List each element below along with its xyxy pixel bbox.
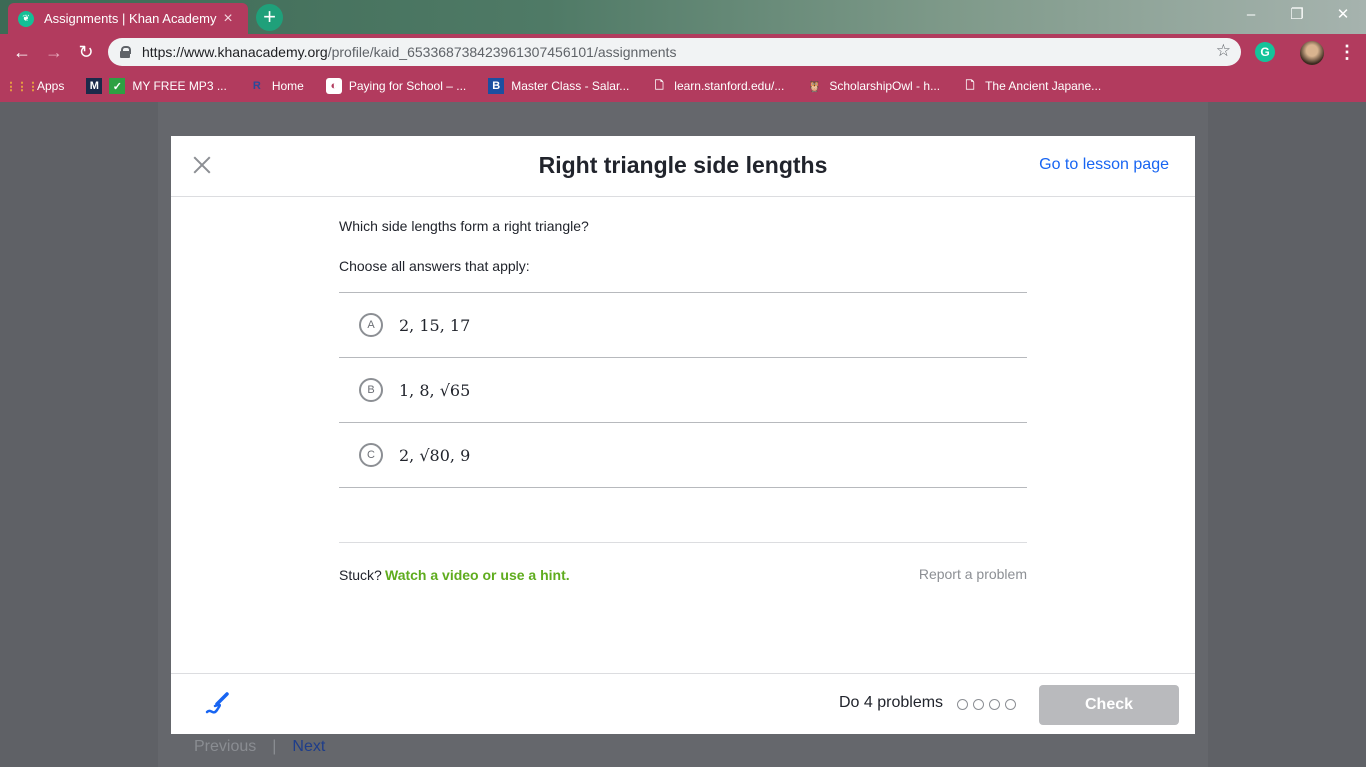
- bookmark-label: ScholarshipOwl - h...: [829, 79, 941, 93]
- checkmark-icon: ✓: [109, 78, 126, 94]
- bookmark-label: Apps: [37, 79, 65, 93]
- tab-title: Assignments | Khan Academy: [44, 11, 217, 26]
- stuck-label: Stuck?: [339, 567, 382, 583]
- choice-text: 1, 8, √65: [399, 380, 471, 400]
- pagination: Previous | Next: [194, 738, 325, 756]
- choice-a[interactable]: A 2, 15, 17: [339, 293, 1027, 358]
- progress-dots: [957, 699, 1021, 710]
- bookmark-apps[interactable]: ⋮⋮⋮ Apps: [5, 78, 65, 94]
- browser-tab[interactable]: ❦ Assignments | Khan Academy ×: [8, 3, 248, 34]
- go-to-lesson-link[interactable]: Go to lesson page: [1039, 156, 1169, 174]
- globe-icon: ◐: [325, 78, 342, 94]
- window-close-button[interactable]: ✕: [1320, 0, 1366, 30]
- page-icon: 🗋: [654, 79, 664, 92]
- bookmark-label: Paying for School – ...: [348, 79, 467, 93]
- progress-dot: [973, 699, 984, 710]
- tab-close-icon[interactable]: ×: [218, 10, 238, 28]
- bookmark-stanford[interactable]: 🗋 learn.stanford.edu/...: [651, 78, 785, 94]
- address-bar[interactable]: https://www.khanacademy.org /profile/kai…: [108, 38, 1241, 66]
- next-link[interactable]: Next: [292, 738, 325, 756]
- bookmark-label: MY FREE MP3 ...: [132, 79, 227, 93]
- restore-button[interactable]: ❐: [1274, 0, 1320, 30]
- question-text: Which side lengths form a right triangle…: [339, 218, 589, 234]
- choice-letter: C: [359, 443, 383, 467]
- check-button[interactable]: Check: [1039, 685, 1179, 725]
- exercise-modal: Right triangle side lengths Go to lesson…: [171, 136, 1195, 734]
- progress-dot: [989, 699, 1000, 710]
- choice-letter: B: [359, 378, 383, 402]
- url-path: /profile/kaid_653368738423961307456101/a…: [327, 44, 677, 60]
- b-logo-icon: B: [488, 78, 505, 94]
- browser-titlebar: ❦ Assignments | Khan Academy × + – ❐ ✕: [0, 0, 1366, 34]
- answer-choices: A 2, 15, 17 B 1, 8, √65 C 2, √80, 9: [339, 292, 1027, 488]
- progress-dot: [957, 699, 968, 710]
- scratchpad-pencil-icon[interactable]: [203, 690, 231, 718]
- choice-letter: A: [359, 313, 383, 337]
- modal-header: Right triangle side lengths Go to lesson…: [171, 136, 1195, 197]
- bookmark-paying-for-school[interactable]: ◐ Paying for School – ...: [325, 78, 467, 94]
- reload-icon[interactable]: ↻: [74, 40, 98, 64]
- choice-c[interactable]: C 2, √80, 9: [339, 423, 1027, 488]
- report-problem-link[interactable]: Report a problem: [919, 566, 1027, 582]
- owl-icon: 🦉: [807, 80, 822, 93]
- bookmark-mp3[interactable]: M ✓ MY FREE MP3 ...: [86, 78, 227, 94]
- profile-avatar[interactable]: [1300, 41, 1324, 65]
- bookmark-master-class[interactable]: B Master Class - Salar...: [488, 78, 629, 94]
- bookmark-scholarshipowl[interactable]: 🦉 ScholarshipOwl - h...: [806, 78, 941, 94]
- previous-link[interactable]: Previous: [194, 738, 256, 756]
- pagination-separator: |: [272, 738, 277, 755]
- lock-icon: [120, 46, 131, 58]
- apps-grid-icon: ⋮⋮⋮: [5, 80, 39, 93]
- modal-footer: Do 4 problems Check: [171, 673, 1195, 734]
- instruction-text: Choose all answers that apply:: [339, 258, 530, 274]
- bookmark-home[interactable]: R Home: [249, 78, 304, 94]
- browser-menu-icon[interactable]: ⋮: [1338, 40, 1356, 64]
- bookmark-ancient-japan[interactable]: 🗋 The Ancient Japane...: [962, 78, 1102, 94]
- choice-b[interactable]: B 1, 8, √65: [339, 358, 1027, 423]
- bookmarks-bar: ⋮⋮⋮ Apps M ✓ MY FREE MP3 ... R Home ◐ Pa…: [0, 70, 1366, 102]
- choice-text: 2, √80, 9: [399, 445, 471, 465]
- url-host: https://www.khanacademy.org: [142, 44, 328, 60]
- khan-academy-favicon-icon: ❦: [18, 10, 34, 27]
- bookmark-label: Master Class - Salar...: [511, 79, 630, 93]
- bookmark-label: learn.stanford.edu/...: [674, 79, 785, 93]
- choice-text: 2, 15, 17: [399, 315, 471, 335]
- page-icon: 🗋: [965, 79, 975, 92]
- back-arrow-icon[interactable]: ←: [10, 40, 34, 64]
- r-logo-icon: R: [252, 80, 261, 92]
- grammarly-extension-icon[interactable]: G: [1255, 42, 1275, 62]
- new-tab-button[interactable]: +: [256, 4, 283, 31]
- divider: [339, 542, 1027, 543]
- minimize-button[interactable]: –: [1228, 0, 1274, 30]
- do-problems-label: Do 4 problems: [839, 694, 944, 711]
- forward-arrow-icon[interactable]: →: [42, 40, 66, 64]
- progress-dot: [1005, 699, 1016, 710]
- bookmark-star-icon[interactable]: ☆: [1216, 41, 1231, 61]
- bookmark-label: The Ancient Japane...: [985, 79, 1102, 93]
- bookmark-label: Home: [271, 79, 304, 93]
- hint-link[interactable]: Watch a video or use a hint.: [385, 567, 570, 583]
- m-logo-icon: M: [86, 78, 103, 94]
